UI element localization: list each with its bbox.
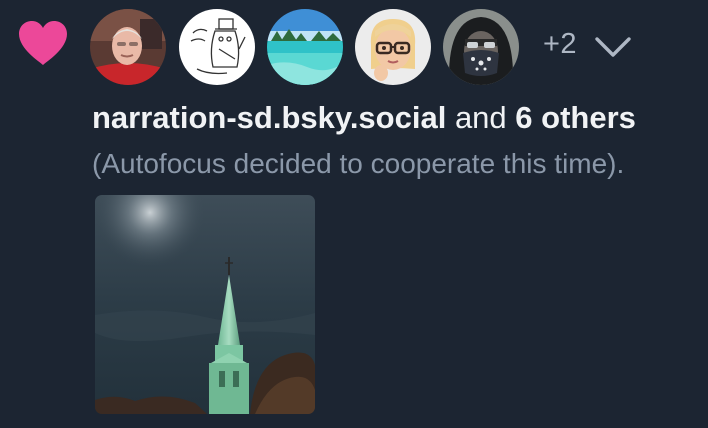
notification-text: narration-sd.bsky.social and 6 others — [92, 100, 636, 136]
others-count-link[interactable]: 6 others — [515, 100, 636, 135]
actor-handle-link[interactable]: narration-sd.bsky.social — [92, 100, 446, 135]
heart-icon — [19, 21, 67, 65]
church-spire-photo[interactable] — [95, 195, 315, 414]
connector-text: and — [446, 100, 516, 135]
avatar-masked-hooded-icon[interactable] — [443, 9, 519, 85]
avatar-older-man-icon[interactable] — [90, 9, 166, 85]
post-snippet[interactable]: (Autofocus decided to cooperate this tim… — [92, 148, 624, 180]
avatar-memoji-glasses-icon[interactable] — [355, 9, 431, 85]
avatar-tropical-beach-icon[interactable] — [267, 9, 343, 85]
more-avatars-count[interactable]: +2 — [543, 28, 577, 61]
avatar-sketch-drawing-icon[interactable] — [179, 9, 255, 85]
chevron-down-icon[interactable] — [594, 34, 632, 60]
notification-item[interactable]: +2 narration-sd.bsky.social and 6 others… — [0, 0, 708, 428]
